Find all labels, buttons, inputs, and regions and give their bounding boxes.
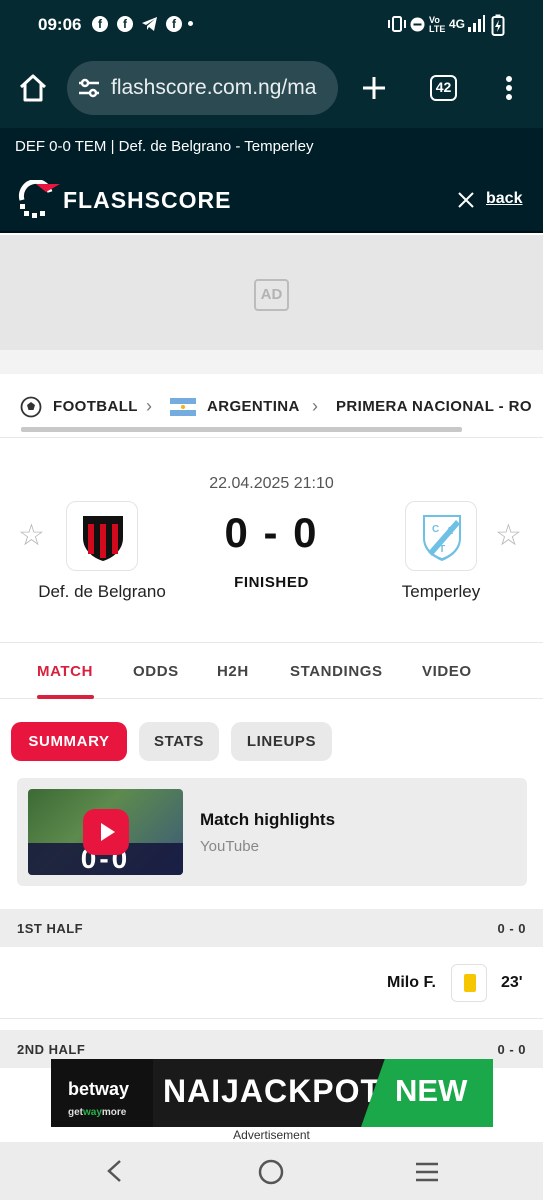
incident-minute: 23' [501,974,523,991]
half-score: 0 - 0 [497,921,526,936]
subtab-summary[interactable]: SUMMARY [11,722,127,761]
incident-row[interactable]: Milo F. 23' [0,947,543,1019]
page-title: DEF 0-0 TEM | Def. de Belgrano - Temperl… [15,138,314,155]
play-icon[interactable] [83,809,129,855]
facebook-icon: f [166,16,182,32]
back-nav-icon[interactable] [104,1159,124,1183]
tab-standings[interactable]: STANDINGS [290,663,383,680]
battery-charging-icon [491,14,505,36]
argentina-flag-icon [170,398,196,416]
svg-text:T: T [439,544,445,555]
advertisement-label: Advertisement [233,1128,310,1142]
notification-dot-icon [188,21,193,26]
tab-switcher-button[interactable]: 42 [430,75,457,101]
close-icon[interactable] [457,191,475,209]
banner-new-badge: NEW [361,1059,493,1127]
flashscore-logo-icon[interactable] [16,180,60,218]
breadcrumb[interactable]: FOOTBALL › ARGENTINA › PRIMERA NACIONAL … [0,374,543,438]
betway-logo: betway [68,1079,130,1099]
incident-player[interactable]: Milo F. [387,974,436,992]
url-text: flashscore.com.ng/ma [111,76,317,99]
status-time: 09:06 [38,15,82,34]
first-half-header: 1ST HALF 0 - 0 [0,909,543,947]
away-team-name[interactable]: Temperley [378,582,504,602]
home-nav-icon[interactable] [258,1159,284,1185]
subtab-stats[interactable]: STATS [139,722,219,761]
match-highlights-card[interactable]: 0-0 Match highlights YouTube [17,778,527,886]
banner-headline: NAIJACKPOT [163,1073,382,1109]
match-datetime: 22.04.2025 21:10 [209,475,334,492]
half-label: 1ST HALF [17,921,84,936]
svg-text:C: C [432,524,439,535]
do-not-disturb-icon [410,17,425,32]
active-tab-indicator [37,695,94,699]
yellow-card-shape [464,974,476,992]
signal-icon [468,15,485,32]
flashscore-logo-text[interactable]: FLASHSCORE [63,187,231,214]
recents-nav-icon[interactable] [414,1161,440,1183]
browser-toolbar: flashscore.com.ng/ma 42 [0,50,543,128]
new-tab-icon[interactable] [361,75,387,101]
temperley-crest-icon: C A T [423,515,461,561]
ad-badge: AD [254,279,289,311]
half-label: 2ND HALF [17,1042,86,1057]
site-header: FLASHSCORE back [0,166,543,233]
ad-placeholder: AD [0,235,543,350]
highlights-title[interactable]: Match highlights [200,810,335,830]
yellow-card-icon [451,964,487,1002]
home-icon[interactable] [18,74,48,102]
url-bar[interactable]: flashscore.com.ng/ma [67,61,338,115]
tab-odds[interactable]: ODDS [133,663,179,680]
betway-logo-area: betway getwaymore [51,1059,153,1127]
network-type: 4G [449,17,466,31]
ad-separator [0,350,543,374]
breadcrumb-scrollbar[interactable] [21,427,462,432]
betway-banner-ad[interactable]: betway getwaymore NAIJACKPOT NEW [51,1059,493,1127]
svg-text:A: A [446,526,453,537]
telegram-icon [142,17,157,31]
chevron-right-icon: › [312,396,318,416]
half-score: 0 - 0 [497,1042,526,1057]
facebook-icon: f [92,16,108,32]
match-tabs: MATCH ODDS H2H STANDINGS VIDEO [0,644,543,699]
page-title-bar: DEF 0-0 TEM | Def. de Belgrano - Temperl… [0,128,543,166]
banner-new-text: NEW [395,1073,468,1108]
tab-video[interactable]: VIDEO [422,663,472,680]
subtab-lineups[interactable]: LINEUPS [231,722,332,761]
volte-icon: Vo LTE [429,15,446,34]
overflow-menu-icon[interactable] [505,75,513,101]
breadcrumb-country[interactable]: ARGENTINA [207,398,300,415]
highlights-thumbnail[interactable]: 0-0 [28,789,183,875]
facebook-icon: f [117,16,133,32]
site-settings-icon[interactable] [77,77,101,99]
betway-tagline: getwaymore [68,1107,127,1118]
breadcrumb-sport[interactable]: FOOTBALL [53,398,138,415]
tab-match[interactable]: MATCH [37,663,93,680]
status-bar: 09:06 f f f Vo LTE 4G [0,0,543,50]
football-icon [20,396,42,418]
breadcrumb-league[interactable]: PRIMERA NACIONAL - RO [336,398,532,415]
highlights-source: YouTube [200,838,259,855]
tab-h2h[interactable]: H2H [217,663,249,680]
system-navigation-bar [0,1142,543,1200]
chevron-right-icon: › [146,396,152,416]
favorite-star-icon[interactable]: ☆ [495,521,522,551]
vibrate-icon [388,16,406,32]
back-link[interactable]: back [486,190,522,208]
match-header: 22.04.2025 21:10 ☆ Def. de Belgrano 0 - … [0,439,543,643]
away-team-logo[interactable]: C A T [405,501,477,571]
